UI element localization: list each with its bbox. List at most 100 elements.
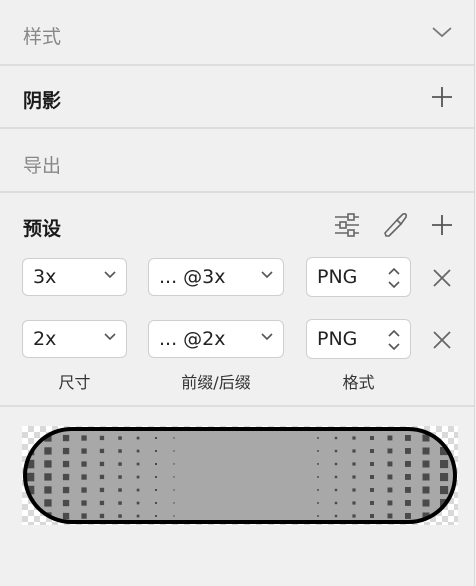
shadow-section-title: 阴影 — [23, 90, 62, 112]
divider — [0, 64, 474, 66]
size-select[interactable]: 3x — [22, 258, 127, 296]
halftone-dot — [136, 501, 140, 505]
chevron-down-icon — [104, 271, 116, 279]
halftone-dot — [370, 514, 374, 518]
halftone-dot — [81, 487, 87, 493]
halftone-dot — [155, 450, 157, 452]
halftone-dot — [370, 436, 374, 440]
knife-icon — [384, 213, 407, 237]
halftone-dot — [136, 514, 140, 518]
slice-button[interactable] — [381, 211, 409, 239]
halftone-dot — [155, 437, 157, 439]
halftone-dot — [136, 449, 140, 453]
halftone-dot — [334, 514, 338, 518]
halftone-dot — [81, 448, 87, 454]
halftone-dot — [25, 433, 35, 443]
sliders-icon — [335, 213, 359, 237]
presets-title: 预设 — [23, 218, 62, 240]
halftone-dot — [62, 434, 70, 442]
format-select[interactable]: PNG — [306, 319, 411, 359]
halftone-dot — [370, 475, 374, 479]
updown-chevron-icon — [388, 329, 400, 351]
halftone-dot — [118, 514, 122, 518]
halftone-dot — [81, 500, 87, 506]
format-value: PNG — [317, 328, 358, 350]
halftone-dot — [99, 461, 105, 467]
halftone-dot — [25, 511, 35, 521]
halftone-dot — [405, 500, 411, 506]
halftone-dot — [440, 473, 449, 482]
halftone-dot — [387, 513, 393, 519]
halftone-dot — [136, 488, 140, 492]
halftone-dot — [62, 473, 70, 481]
updown-chevron-icon — [388, 267, 400, 289]
halftone-dot — [118, 462, 122, 466]
halftone-dot — [370, 462, 374, 466]
style-section-title: 样式 — [23, 26, 62, 48]
halftone-dot — [334, 475, 338, 479]
halftone-dot — [440, 460, 449, 469]
halftone-dot — [352, 488, 356, 492]
chevron-down-icon — [261, 333, 273, 341]
halftone-dot — [370, 501, 374, 505]
suffix-select[interactable]: ... @3x — [148, 258, 284, 296]
halftone-dot — [136, 462, 140, 466]
size-value: 3x — [33, 266, 57, 288]
divider — [0, 191, 474, 193]
halftone-dot — [99, 500, 105, 506]
halftone-dot — [352, 514, 356, 518]
halftone-dot — [136, 436, 140, 440]
halftone-dot — [387, 487, 393, 493]
halftone-dot — [334, 449, 338, 453]
format-caption: 格式 — [342, 373, 375, 392]
preview-shape — [23, 427, 457, 524]
halftone-dot — [118, 449, 122, 453]
halftone-dot — [99, 513, 105, 519]
halftone-dot — [118, 488, 122, 492]
export-settings-button[interactable] — [333, 211, 361, 239]
halftone-dot — [317, 476, 319, 478]
chevron-down-icon — [261, 271, 273, 279]
halftone-dot — [317, 502, 319, 504]
format-select[interactable]: PNG — [306, 257, 411, 297]
suffix-value: ... @3x — [159, 266, 226, 288]
halftone-dot — [317, 515, 319, 517]
halftone-dot — [173, 450, 175, 452]
size-select[interactable]: 2x — [22, 320, 127, 358]
suffix-select[interactable]: ... @2x — [148, 320, 284, 358]
halftone-dot — [317, 450, 319, 452]
halftone-dot — [81, 461, 87, 467]
halftone-dot — [44, 486, 52, 494]
halftone-dot — [99, 487, 105, 493]
halftone-dot — [334, 436, 338, 440]
halftone-dot — [99, 435, 105, 441]
halftone-dot — [317, 437, 319, 439]
halftone-dot — [387, 474, 393, 480]
halftone-dot — [81, 513, 87, 519]
add-shadow-button[interactable] — [428, 83, 456, 111]
remove-preset-button[interactable] — [428, 326, 456, 354]
halftone-dot — [387, 448, 393, 454]
halftone-dot — [118, 501, 122, 505]
halftone-dot — [44, 499, 52, 507]
export-preview — [22, 426, 458, 525]
format-value: PNG — [317, 266, 358, 288]
add-export-preset-button[interactable] — [428, 211, 456, 239]
halftone-dot — [352, 449, 356, 453]
style-section-toggle[interactable] — [428, 18, 456, 46]
halftone-dot — [99, 474, 105, 480]
halftone-dot — [44, 460, 52, 468]
halftone-dot — [422, 460, 430, 468]
halftone-dot — [387, 500, 393, 506]
plus-icon — [432, 215, 452, 235]
divider — [0, 127, 474, 129]
halftone-dot — [99, 448, 105, 454]
suffix-caption: 前缀/后缀 — [181, 373, 251, 392]
halftone-dot — [173, 437, 175, 439]
halftone-dot — [352, 436, 356, 440]
halftone-dot — [370, 449, 374, 453]
halftone-dot — [118, 475, 122, 479]
remove-preset-button[interactable] — [428, 264, 456, 292]
halftone-dot — [405, 461, 411, 467]
halftone-dot — [334, 462, 338, 466]
